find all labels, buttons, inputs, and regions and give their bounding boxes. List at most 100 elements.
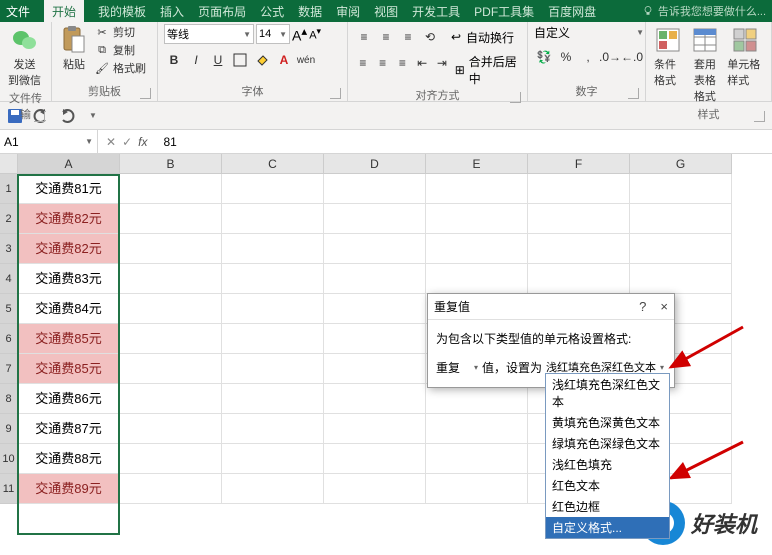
row-header[interactable]: 8	[0, 384, 18, 414]
cell[interactable]	[222, 264, 324, 294]
indent-inc-button[interactable]: ⇥	[433, 53, 451, 73]
col-header-a[interactable]: A	[18, 154, 120, 174]
dup-type-select[interactable]: 重复▾	[436, 357, 478, 377]
cell[interactable]	[222, 294, 324, 324]
name-box[interactable]: A1 ▼	[0, 130, 98, 153]
currency-button[interactable]: 💱	[534, 47, 554, 67]
cell[interactable]	[426, 384, 528, 414]
cut-button[interactable]: ✂剪切	[94, 24, 146, 40]
cell[interactable]	[222, 174, 324, 204]
dec-decimal-button[interactable]: ←.0	[622, 47, 642, 67]
copy-button[interactable]: ⧉复制	[94, 42, 146, 58]
cell[interactable]	[324, 354, 426, 384]
orientation-button[interactable]: ⟲	[420, 27, 440, 47]
dropdown-option[interactable]: 绿填充色深绿色文本	[546, 433, 669, 454]
wrap-text-button[interactable]: ↩自动换行	[448, 27, 514, 47]
cell-styles-button[interactable]: 单元格样式	[725, 24, 765, 90]
row-header[interactable]: 6	[0, 324, 18, 354]
cell[interactable]	[324, 324, 426, 354]
cell[interactable]	[120, 324, 222, 354]
cell[interactable]	[120, 234, 222, 264]
col-header-c[interactable]: C	[222, 154, 324, 174]
dropdown-option[interactable]: 黄填充色深黄色文本	[546, 412, 669, 433]
send-to-wechat-button[interactable]: 发送 到微信	[6, 24, 43, 90]
dropdown-option[interactable]: 红色边框	[546, 496, 669, 517]
tell-me[interactable]: 告诉我您想要做什么...	[642, 3, 766, 19]
cell[interactable]	[324, 174, 426, 204]
cell[interactable]: 交通费81元	[18, 174, 120, 204]
number-format-select[interactable]: 自定义▼	[534, 24, 644, 41]
font-name-select[interactable]: 等线▼	[164, 24, 254, 44]
cell[interactable]: 交通费82元	[18, 234, 120, 264]
col-header-g[interactable]: G	[630, 154, 732, 174]
align-top-button[interactable]: ≡	[354, 27, 374, 47]
table-format-button[interactable]: 套用 表格格式	[689, 24, 722, 106]
cell[interactable]: 交通费86元	[18, 384, 120, 414]
cell[interactable]	[528, 264, 630, 294]
cell[interactable]	[120, 294, 222, 324]
redo-button[interactable]	[58, 107, 76, 125]
cell[interactable]	[426, 474, 528, 504]
dialog-help-button[interactable]: ?	[639, 299, 646, 314]
align-center-button[interactable]: ≡	[374, 53, 392, 73]
cell[interactable]: 交通费84元	[18, 294, 120, 324]
bold-button[interactable]: B	[164, 50, 184, 70]
row-header[interactable]: 2	[0, 204, 18, 234]
grow-font-button[interactable]: A▴	[292, 24, 307, 44]
row-header[interactable]: 7	[0, 354, 18, 384]
cell[interactable]	[120, 264, 222, 294]
col-header-e[interactable]: E	[426, 154, 528, 174]
tab-pdf[interactable]: PDF工具集	[474, 3, 534, 20]
tab-home[interactable]: 开始	[44, 0, 84, 23]
qat-dropdown[interactable]: ▼	[84, 107, 102, 125]
cell[interactable]	[120, 354, 222, 384]
cell[interactable]	[426, 234, 528, 264]
cell[interactable]	[222, 384, 324, 414]
formula-value[interactable]: 81	[155, 135, 176, 149]
conditional-format-button[interactable]: 条件格式	[652, 24, 685, 90]
cell[interactable]: 交通费85元	[18, 324, 120, 354]
cell[interactable]	[528, 234, 630, 264]
row-header[interactable]: 4	[0, 264, 18, 294]
cell[interactable]	[426, 204, 528, 234]
comma-button[interactable]: ,	[578, 47, 598, 67]
col-header-d[interactable]: D	[324, 154, 426, 174]
cell[interactable]	[222, 204, 324, 234]
fx-button[interactable]: fx	[138, 135, 147, 149]
cell[interactable]: 交通费89元	[18, 474, 120, 504]
tab-insert[interactable]: 插入	[160, 3, 184, 20]
border-button[interactable]	[230, 50, 250, 70]
merge-center-button[interactable]: ⊞合并后居中	[453, 53, 521, 87]
row-header[interactable]: 9	[0, 414, 18, 444]
cancel-formula-button[interactable]: ✕	[106, 135, 116, 149]
align-middle-button[interactable]: ≡	[376, 27, 396, 47]
tab-formulas[interactable]: 公式	[260, 3, 284, 20]
cell[interactable]	[222, 444, 324, 474]
tab-mytpl[interactable]: 我的模板	[98, 3, 146, 20]
cell[interactable]: 交通费83元	[18, 264, 120, 294]
cell[interactable]	[120, 174, 222, 204]
paste-button[interactable]: 粘贴	[58, 24, 90, 74]
cell[interactable]	[528, 204, 630, 234]
cell[interactable]	[324, 384, 426, 414]
cell[interactable]	[630, 234, 732, 264]
cell[interactable]	[528, 174, 630, 204]
cell[interactable]: 交通费82元	[18, 204, 120, 234]
dropdown-option[interactable]: 自定义格式...	[546, 517, 669, 538]
cell[interactable]	[324, 444, 426, 474]
indent-dec-button[interactable]: ⇤	[413, 53, 431, 73]
tab-view[interactable]: 视图	[374, 3, 398, 20]
cell[interactable]	[426, 264, 528, 294]
cell[interactable]	[222, 324, 324, 354]
percent-button[interactable]: %	[556, 47, 576, 67]
row-header[interactable]: 11	[0, 474, 18, 504]
row-header[interactable]: 1	[0, 174, 18, 204]
align-right-button[interactable]: ≡	[394, 53, 412, 73]
cell[interactable]	[222, 234, 324, 264]
cell[interactable]	[426, 414, 528, 444]
italic-button[interactable]: I	[186, 50, 206, 70]
cell[interactable]	[630, 174, 732, 204]
cell[interactable]	[222, 354, 324, 384]
tab-file[interactable]: 文件	[6, 3, 30, 20]
accept-formula-button[interactable]: ✓	[122, 135, 132, 149]
